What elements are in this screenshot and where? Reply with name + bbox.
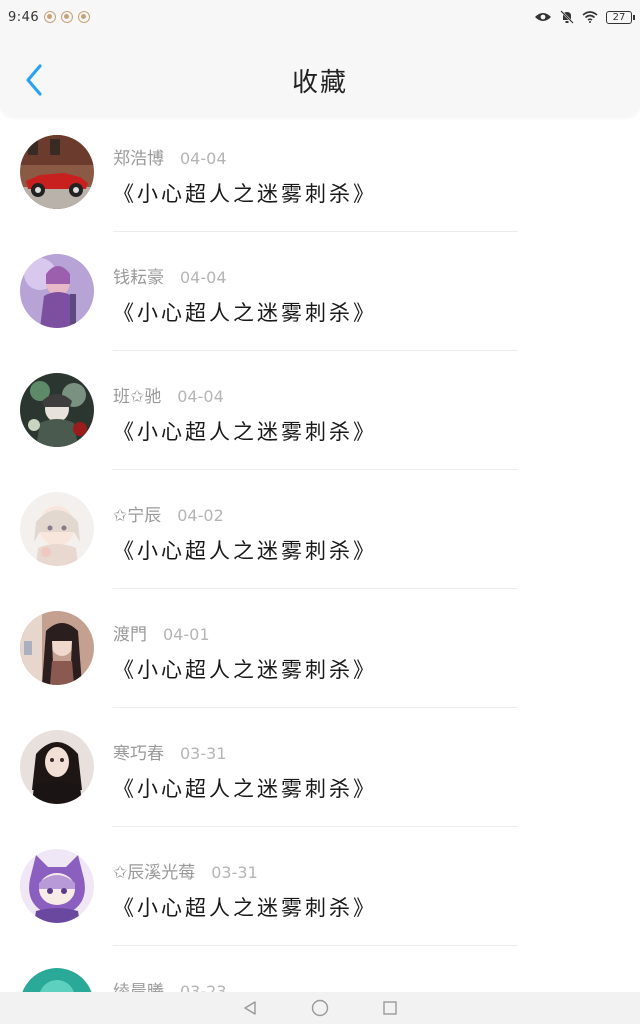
system-nav-bar: [0, 992, 640, 1024]
item-date: 04-01: [163, 625, 210, 644]
nav-home-button[interactable]: [310, 998, 330, 1018]
item-date: 03-31: [211, 863, 258, 882]
item-title: 《小心超人之迷雾刺杀》: [113, 539, 377, 563]
author-name: ✩辰溪光莓: [113, 863, 196, 883]
nav-back-button[interactable]: [240, 998, 260, 1018]
status-left: 9:46: [8, 9, 91, 25]
app-notification-icon: [44, 11, 57, 23]
author-name: 绫晨曦: [113, 982, 164, 992]
item-date: 03-23: [180, 982, 227, 992]
item-author: 郑浩博 04-04: [113, 144, 227, 169]
list-item[interactable]: 渡門 04-01 《小心超人之迷雾刺杀》: [0, 594, 640, 713]
divider: [113, 826, 518, 827]
item-author: ✩辰溪光莓 03-31: [113, 858, 258, 883]
divider: [113, 231, 518, 232]
item-title: 《小心超人之迷雾刺杀》: [113, 182, 377, 206]
divider: [113, 350, 518, 351]
app-notification-icon: [61, 11, 74, 23]
red-car-avatar: [20, 135, 94, 209]
battery-icon: 27: [606, 10, 635, 24]
favorites-list[interactable]: 郑浩博 04-04 《小心超人之迷雾刺杀》 钱耘豪 04-04 《小心超人之迷雾刺杀…: [0, 118, 640, 992]
girl-photo-avatar: [20, 611, 94, 685]
author-name: 钱耘豪: [113, 268, 164, 288]
item-date: 04-04: [180, 268, 227, 287]
back-triangle-icon: [244, 1001, 256, 1015]
divider: [113, 588, 518, 589]
item-author: 渡門 04-01: [113, 620, 210, 645]
list-item[interactable]: 钱耘豪 04-04 《小心超人之迷雾刺杀》: [0, 237, 640, 356]
author-name: 渡門: [113, 625, 147, 645]
author-name: 寒巧春: [113, 744, 164, 764]
eye-icon: [535, 13, 551, 21]
divider: [113, 707, 518, 708]
recents-square-icon: [383, 1001, 397, 1015]
home-circle-icon: [311, 999, 329, 1017]
status-time: 9:46: [8, 9, 40, 25]
app-notification-icon: [78, 11, 91, 23]
item-date: 04-02: [177, 506, 224, 525]
list-item[interactable]: 郑浩博 04-04 《小心超人之迷雾刺杀》: [0, 118, 640, 237]
list-item[interactable]: 绫晨曦 03-23: [0, 951, 640, 992]
item-title: 《小心超人之迷雾刺杀》: [113, 301, 377, 325]
portrait-avatar: [20, 730, 94, 804]
item-author: 绫晨曦 03-23: [113, 977, 227, 992]
author-name: 班✩驰: [113, 387, 162, 407]
list-item[interactable]: ✩宁辰 04-02 《小心超人之迷雾刺杀》: [0, 475, 640, 594]
wifi-icon: [582, 11, 598, 23]
light-anime-avatar: [20, 492, 94, 566]
item-date: 03-31: [180, 744, 227, 763]
item-title: 《小心超人之迷雾刺杀》: [113, 420, 377, 444]
author-name: 郑浩博: [113, 149, 164, 169]
divider: [113, 945, 518, 946]
item-date: 04-04: [177, 387, 224, 406]
list-item[interactable]: ✩辰溪光莓 03-31 《小心超人之迷雾刺杀》: [0, 832, 640, 951]
status-right: 27: [534, 10, 635, 24]
purple-cat-avatar: [20, 849, 94, 923]
nav-recents-button[interactable]: [380, 998, 400, 1018]
item-author: 钱耘豪 04-04: [113, 263, 227, 288]
list-item[interactable]: 寒巧春 03-31 《小心超人之迷雾刺杀》: [0, 713, 640, 832]
author-name: ✩宁辰: [113, 506, 162, 526]
dark-illustration-avatar: [20, 373, 94, 447]
teal-avatar: [20, 968, 94, 992]
item-title: 《小心超人之迷雾刺杀》: [113, 658, 377, 682]
purple-anime-avatar: [20, 254, 94, 328]
item-title: 《小心超人之迷雾刺杀》: [113, 896, 377, 920]
list-item[interactable]: 班✩驰 04-04 《小心超人之迷雾刺杀》: [0, 356, 640, 475]
header: 收藏: [0, 34, 640, 116]
item-author: 寒巧春 03-31: [113, 739, 227, 764]
item-author: ✩宁辰 04-02: [113, 501, 224, 526]
item-author: 班✩驰 04-04: [113, 382, 224, 407]
item-title: 《小心超人之迷雾刺杀》: [113, 777, 377, 801]
item-date: 04-04: [180, 149, 227, 168]
status-bar: 9:46 27: [0, 0, 640, 34]
page-title: 收藏: [291, 68, 348, 98]
mute-bell-icon: [560, 10, 574, 24]
divider: [113, 469, 518, 470]
